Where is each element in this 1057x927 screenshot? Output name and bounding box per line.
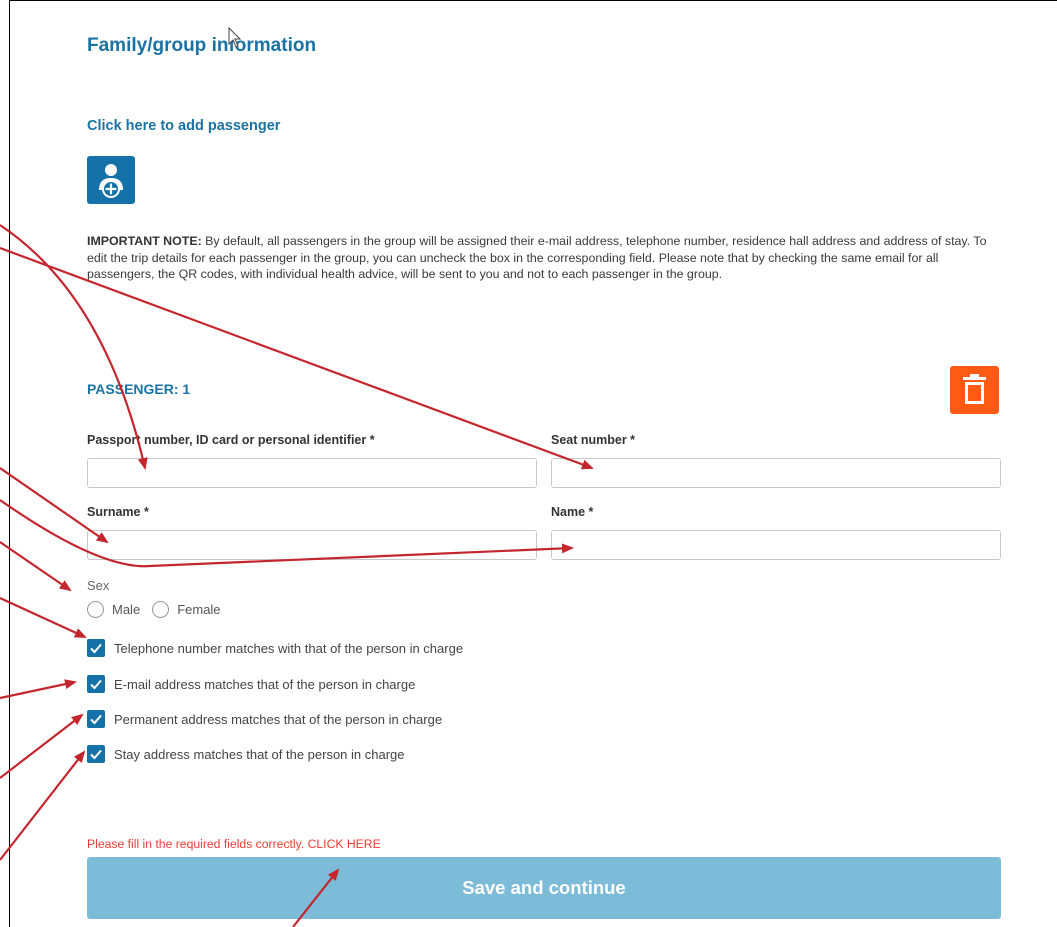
telephone-check-label: Telephone number matches with that of th… — [114, 640, 464, 656]
permanent-address-checkbox[interactable] — [87, 710, 105, 728]
delete-passenger-button[interactable] — [950, 366, 999, 414]
email-checkbox[interactable] — [87, 675, 105, 693]
checkmark-icon — [90, 714, 102, 725]
add-passenger-button[interactable] — [87, 156, 135, 204]
add-person-icon — [99, 164, 123, 198]
add-passenger-link[interactable]: Click here to add passenger — [87, 118, 280, 134]
telephone-checkbox[interactable] — [87, 639, 105, 657]
stay-address-check-label: Stay address matches that of the person … — [114, 746, 405, 762]
mouse-cursor-icon — [228, 27, 242, 48]
seat-label: Seat number * — [551, 433, 636, 447]
check-telephone-row: Telephone number matches with that of th… — [87, 639, 463, 657]
sex-label: Sex — [87, 578, 110, 593]
note-prefix: IMPORTANT NOTE: — [87, 234, 202, 248]
female-radio-label: Female — [177, 602, 221, 617]
checkmark-icon — [90, 679, 102, 690]
email-check-label: E-mail address matches that of the perso… — [114, 676, 416, 692]
male-radio[interactable] — [87, 601, 104, 618]
seat-input[interactable] — [551, 458, 1001, 488]
important-note: IMPORTANT NOTE: By default, all passenge… — [87, 233, 992, 283]
checkmark-icon — [90, 749, 102, 760]
passenger-title: PASSENGER: 1 — [87, 381, 191, 397]
name-label: Name * — [551, 505, 594, 519]
trash-icon — [963, 374, 986, 404]
surname-label: Surname * — [87, 505, 149, 519]
passport-label: Passport number, ID card or personal ide… — [87, 433, 375, 447]
male-radio-label: Male — [112, 602, 141, 617]
sex-radio-group: Male Female — [87, 601, 233, 618]
surname-input[interactable] — [87, 530, 537, 560]
permanent-address-check-label: Permanent address matches that of the pe… — [114, 711, 443, 727]
name-input[interactable] — [551, 530, 1001, 560]
checkmark-icon — [90, 643, 102, 654]
save-and-continue-button[interactable]: Save and continue — [87, 857, 1001, 919]
check-permanent-address-row: Permanent address matches that of the pe… — [87, 710, 442, 728]
check-email-row: E-mail address matches that of the perso… — [87, 675, 415, 693]
stay-address-checkbox[interactable] — [87, 745, 105, 763]
note-text: By default, all passengers in the group … — [87, 234, 987, 281]
check-stay-address-row: Stay address matches that of the person … — [87, 745, 405, 763]
section-title: Family/group information — [87, 35, 317, 56]
female-radio[interactable] — [152, 601, 170, 618]
passport-input[interactable] — [87, 458, 537, 488]
error-message-link[interactable]: Please fill in the required fields corre… — [87, 837, 381, 851]
